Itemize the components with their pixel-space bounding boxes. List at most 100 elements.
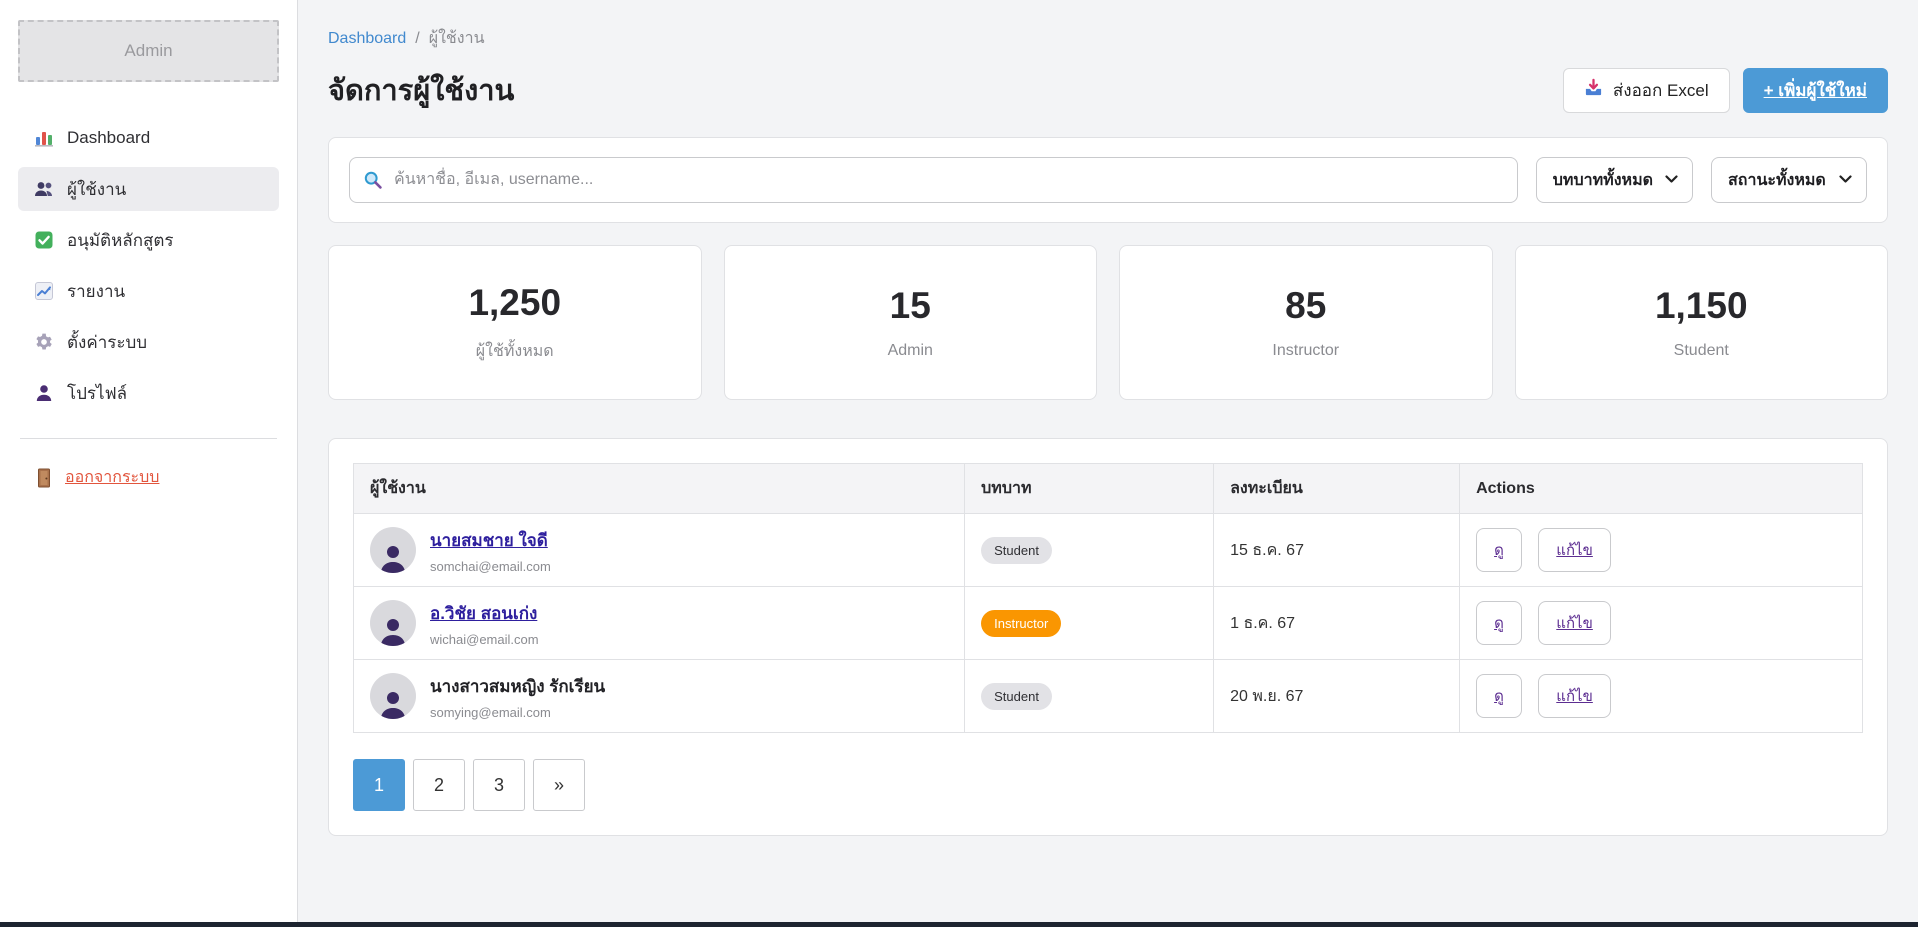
breadcrumb: Dashboard / ผู้ใช้งาน [328, 26, 1888, 51]
sidebar-item-reports[interactable]: รายงาน [18, 269, 279, 313]
search-icon [363, 170, 383, 195]
stat-value: 1,250 [468, 282, 561, 324]
breadcrumb-current: ผู้ใช้งาน [429, 26, 485, 51]
users-icon [34, 179, 54, 199]
main-content: Dashboard / ผู้ใช้งาน จัดการผู้ใช้งาน ส่… [298, 0, 1918, 922]
stat-value: 15 [890, 285, 931, 327]
user-email: somchai@email.com [430, 559, 551, 574]
sidebar-item-profile[interactable]: โปรไฟล์ [18, 371, 279, 415]
registered-date: 15 ธ.ค. 67 [1214, 514, 1460, 587]
user-name: นางสาวสมหญิง รักเรียน [430, 673, 605, 700]
sidebar-item-label: ผู้ใช้งาน [67, 176, 126, 203]
user-name-link[interactable]: นายสมชาย ใจดี [430, 527, 551, 554]
title-actions: ส่งออก Excel + เพิ่มผู้ใช้ใหม่ [1563, 68, 1888, 113]
header-user: ผู้ใช้งาน [354, 464, 965, 514]
sidebar-nav: Dashboard ผู้ใช้งาน อนุมัติหลักสูตร รายง… [18, 116, 279, 422]
dashboard-icon [34, 128, 54, 148]
chevron-down-icon [1839, 171, 1852, 189]
approve-check-icon [34, 230, 54, 250]
logout-link[interactable]: ออกจากระบบ [18, 465, 279, 490]
user-email: somying@email.com [430, 705, 605, 720]
export-excel-button[interactable]: ส่งออก Excel [1563, 68, 1730, 113]
add-user-label: + เพิ่มผู้ใช้ใหม่ [1764, 77, 1867, 104]
avatar [370, 600, 416, 646]
table-row: อ.วิชัย สอนเก่ง wichai@email.com Instruc… [354, 587, 1863, 660]
sidebar-item-course-approval[interactable]: อนุมัติหลักสูตร [18, 218, 279, 262]
add-user-button[interactable]: + เพิ่มผู้ใช้ใหม่ [1743, 68, 1888, 113]
profile-icon [34, 383, 54, 403]
view-button[interactable]: ดู [1476, 601, 1522, 645]
status-filter-select[interactable]: สถานะทั้งหมด [1711, 157, 1867, 203]
search-input[interactable] [349, 157, 1518, 203]
page-button-1[interactable]: 1 [353, 759, 405, 811]
stat-value: 1,150 [1655, 285, 1748, 327]
users-table-card: ผู้ใช้งาน บทบาท ลงทะเบียน Actions [328, 438, 1888, 836]
stat-label: ผู้ใช้ทั้งหมด [476, 339, 554, 364]
role-filter-value: บทบาททั้งหมด [1553, 168, 1653, 193]
sidebar: Admin Dashboard ผู้ใช้งาน อนุมัติหลักสูต… [0, 0, 298, 922]
sidebar-item-label: รายงาน [67, 278, 125, 305]
table-row: นายสมชาย ใจดี somchai@email.com Student … [354, 514, 1863, 587]
header-actions: Actions [1460, 464, 1863, 514]
export-excel-label: ส่งออก Excel [1613, 77, 1709, 104]
stat-value: 85 [1285, 285, 1326, 327]
sidebar-item-users[interactable]: ผู้ใช้งาน [18, 167, 279, 211]
edit-button[interactable]: แก้ไข [1538, 674, 1611, 718]
role-badge: Student [981, 683, 1052, 710]
avatar [370, 527, 416, 573]
app-window: Admin Dashboard ผู้ใช้งาน อนุมัติหลักสูต… [0, 0, 1918, 922]
page-button-2[interactable]: 2 [413, 759, 465, 811]
sidebar-item-dashboard[interactable]: Dashboard [18, 116, 279, 160]
page-button-3[interactable]: 3 [473, 759, 525, 811]
stat-card-total-users: 1,250 ผู้ใช้ทั้งหมด [328, 245, 702, 400]
logout-label: ออกจากระบบ [65, 465, 159, 490]
table-row: นางสาวสมหญิง รักเรียน somying@email.com … [354, 660, 1863, 733]
user-email: wichai@email.com [430, 632, 539, 647]
logo-placeholder: Admin [18, 20, 279, 82]
user-name-link[interactable]: อ.วิชัย สอนเก่ง [430, 600, 539, 627]
sidebar-divider [20, 438, 277, 439]
view-button[interactable]: ดู [1476, 528, 1522, 572]
view-button[interactable]: ดู [1476, 674, 1522, 718]
pagination: 1 2 3 » [353, 759, 1863, 811]
gear-icon [34, 332, 54, 352]
download-tray-icon [1584, 78, 1603, 102]
title-row: จัดการผู้ใช้งาน ส่งออก Excel + เพิ่มผู้ใ… [328, 67, 1888, 113]
stat-card-student: 1,150 Student [1515, 245, 1889, 400]
chevron-down-icon [1665, 171, 1678, 189]
breadcrumb-dashboard-link[interactable]: Dashboard [328, 30, 406, 48]
edit-button[interactable]: แก้ไข [1538, 528, 1611, 572]
sidebar-item-label: Dashboard [67, 128, 150, 148]
header-role: บทบาท [965, 464, 1214, 514]
logo-text: Admin [124, 41, 172, 61]
sidebar-item-label: โปรไฟล์ [67, 380, 127, 407]
search-field-wrap [349, 157, 1518, 203]
edit-button[interactable]: แก้ไข [1538, 601, 1611, 645]
page-title: จัดการผู้ใช้งาน [328, 67, 514, 113]
sidebar-item-settings[interactable]: ตั้งค่าระบบ [18, 320, 279, 364]
logout-door-icon [34, 468, 54, 488]
page-next-button[interactable]: » [533, 759, 585, 811]
window-bottom-edge [0, 922, 1918, 927]
sidebar-item-label: ตั้งค่าระบบ [67, 329, 147, 356]
stat-label: Student [1674, 342, 1729, 360]
stat-card-instructor: 85 Instructor [1119, 245, 1493, 400]
breadcrumb-separator: / [415, 30, 419, 48]
stat-label: Instructor [1272, 342, 1339, 360]
role-badge: Instructor [981, 610, 1061, 637]
status-filter-value: สถานะทั้งหมด [1728, 168, 1826, 193]
header-registered: ลงทะเบียน [1214, 464, 1460, 514]
stat-cards: 1,250 ผู้ใช้ทั้งหมด 15 Admin 85 Instruct… [328, 245, 1888, 400]
stat-card-admin: 15 Admin [724, 245, 1098, 400]
users-table: ผู้ใช้งาน บทบาท ลงทะเบียน Actions [353, 463, 1863, 733]
role-filter-select[interactable]: บทบาททั้งหมด [1536, 157, 1693, 203]
registered-date: 20 พ.ย. 67 [1214, 660, 1460, 733]
registered-date: 1 ธ.ค. 67 [1214, 587, 1460, 660]
table-header-row: ผู้ใช้งาน บทบาท ลงทะเบียน Actions [354, 464, 1863, 514]
report-chart-icon [34, 281, 54, 301]
sidebar-item-label: อนุมัติหลักสูตร [67, 227, 174, 254]
filter-bar: บทบาททั้งหมด สถานะทั้งหมด [328, 137, 1888, 223]
stat-label: Admin [888, 342, 933, 360]
role-badge: Student [981, 537, 1052, 564]
avatar [370, 673, 416, 719]
